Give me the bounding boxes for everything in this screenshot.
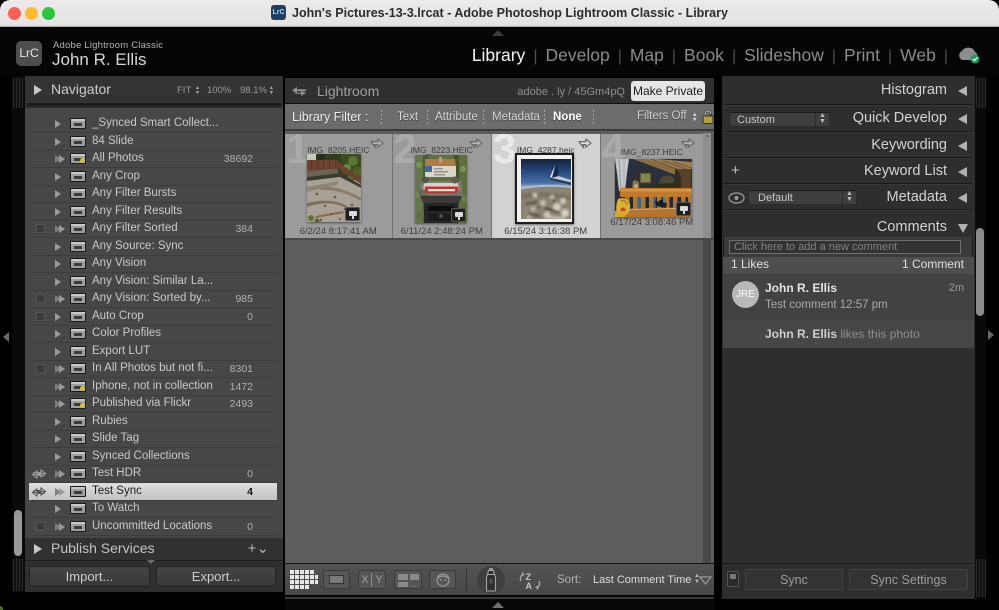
svg-text:A: A (526, 581, 533, 591)
